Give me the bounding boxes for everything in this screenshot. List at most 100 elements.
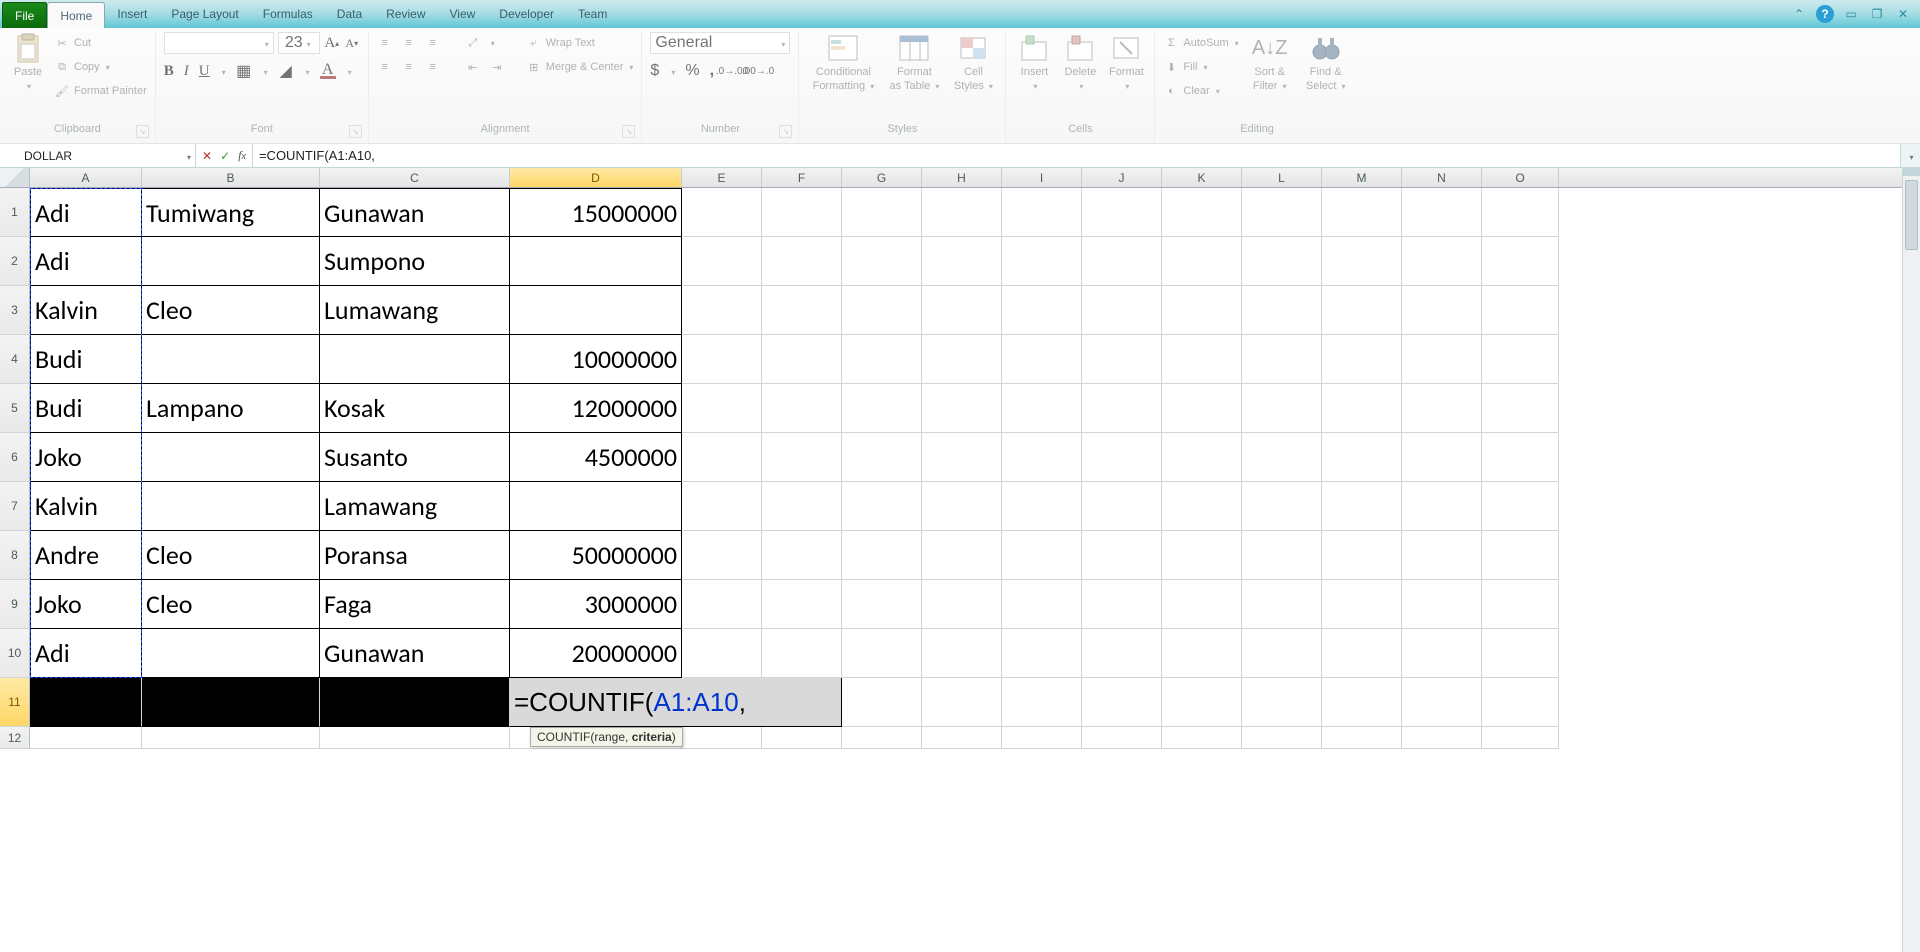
cell-J10[interactable]: [1082, 629, 1162, 678]
cell-D1[interactable]: 15000000: [510, 188, 682, 237]
align-center-icon[interactable]: ≡: [401, 59, 417, 75]
accounting-format-button[interactable]: $: [650, 62, 659, 80]
cell-D11[interactable]: =COUNTIF(A1:A10,: [510, 678, 842, 727]
cell-F8[interactable]: [762, 531, 842, 580]
cell-M11[interactable]: [1322, 678, 1402, 727]
dialog-launcher-icon[interactable]: ↘: [349, 125, 362, 138]
decrease-decimal-icon[interactable]: .00→.0: [750, 63, 766, 79]
cell-I6[interactable]: [1002, 433, 1082, 482]
row-header-10[interactable]: 10: [0, 629, 30, 678]
cell-K8[interactable]: [1162, 531, 1242, 580]
cell-I2[interactable]: [1002, 237, 1082, 286]
cell-K6[interactable]: [1162, 433, 1242, 482]
cell-B6[interactable]: [142, 433, 320, 482]
column-header-M[interactable]: M: [1322, 168, 1402, 187]
copy-button[interactable]: ⧉Copy: [54, 56, 147, 78]
cell-A10[interactable]: Adi: [30, 629, 142, 678]
cell-O4[interactable]: [1482, 335, 1559, 384]
cell-K12[interactable]: [1162, 727, 1242, 749]
cell-J3[interactable]: [1082, 286, 1162, 335]
orientation-icon[interactable]: ⤢: [465, 35, 481, 51]
cell-J11[interactable]: [1082, 678, 1162, 727]
cell-A12[interactable]: [30, 727, 142, 749]
cell-A5[interactable]: Budi: [30, 384, 142, 433]
sort-filter-button[interactable]: A↓ZSort &Filter: [1245, 32, 1295, 92]
window-minimize-icon[interactable]: ▭: [1842, 5, 1860, 23]
cell-J2[interactable]: [1082, 237, 1162, 286]
cell-B9[interactable]: Cleo: [142, 580, 320, 629]
cell-B12[interactable]: [142, 727, 320, 749]
cell-H9[interactable]: [922, 580, 1002, 629]
tab-page-layout[interactable]: Page Layout: [159, 0, 250, 28]
column-header-A[interactable]: A: [30, 168, 142, 187]
cell-I3[interactable]: [1002, 286, 1082, 335]
column-header-O[interactable]: O: [1482, 168, 1559, 187]
cell-N1[interactable]: [1402, 188, 1482, 237]
cell-J7[interactable]: [1082, 482, 1162, 531]
cell-I5[interactable]: [1002, 384, 1082, 433]
column-header-C[interactable]: C: [320, 168, 510, 187]
tab-insert[interactable]: Insert: [105, 0, 159, 28]
cell-C9[interactable]: Faga: [320, 580, 510, 629]
cell-J5[interactable]: [1082, 384, 1162, 433]
cell-O7[interactable]: [1482, 482, 1559, 531]
cell-I11[interactable]: [1002, 678, 1082, 727]
cell-F9[interactable]: [762, 580, 842, 629]
column-header-D[interactable]: D: [510, 168, 682, 187]
cell-M5[interactable]: [1322, 384, 1402, 433]
decrease-indent-icon[interactable]: ⇤: [465, 59, 481, 75]
cell-K3[interactable]: [1162, 286, 1242, 335]
cell-C2[interactable]: Sumpono: [320, 237, 510, 286]
cell-M10[interactable]: [1322, 629, 1402, 678]
cell-K2[interactable]: [1162, 237, 1242, 286]
cell-M2[interactable]: [1322, 237, 1402, 286]
cell-K11[interactable]: [1162, 678, 1242, 727]
cell-M7[interactable]: [1322, 482, 1402, 531]
autosum-button[interactable]: ΣAutoSum: [1163, 32, 1238, 54]
cell-E1[interactable]: [682, 188, 762, 237]
cell-G2[interactable]: [842, 237, 922, 286]
dialog-launcher-icon[interactable]: ↘: [779, 125, 792, 138]
cell-N7[interactable]: [1402, 482, 1482, 531]
cell-A11[interactable]: [30, 678, 142, 727]
cell-N2[interactable]: [1402, 237, 1482, 286]
column-header-F[interactable]: F: [762, 168, 842, 187]
cell-B1[interactable]: Tumiwang: [142, 188, 320, 237]
cell-I8[interactable]: [1002, 531, 1082, 580]
delete-cells-button[interactable]: Delete: [1060, 32, 1100, 92]
window-close-icon[interactable]: ✕: [1894, 5, 1912, 23]
cell-A9[interactable]: Joko: [30, 580, 142, 629]
comma-format-button[interactable]: ,: [710, 62, 714, 80]
cell-H7[interactable]: [922, 482, 1002, 531]
cell-E3[interactable]: [682, 286, 762, 335]
cell-G12[interactable]: [842, 727, 922, 749]
align-left-icon[interactable]: ≡: [377, 59, 393, 75]
vertical-scrollbar[interactable]: [1902, 168, 1920, 952]
cell-A4[interactable]: Budi: [30, 335, 142, 384]
italic-button[interactable]: I: [184, 63, 189, 80]
cell-A3[interactable]: Kalvin: [30, 286, 142, 335]
cell-O1[interactable]: [1482, 188, 1559, 237]
cell-D7[interactable]: [510, 482, 682, 531]
cell-H6[interactable]: [922, 433, 1002, 482]
tab-formulas[interactable]: Formulas: [251, 0, 325, 28]
cell-G8[interactable]: [842, 531, 922, 580]
cell-J8[interactable]: [1082, 531, 1162, 580]
column-header-B[interactable]: B: [142, 168, 320, 187]
scrollbar-thumb[interactable]: [1905, 180, 1918, 250]
tab-data[interactable]: Data: [325, 0, 374, 28]
cell-L9[interactable]: [1242, 580, 1322, 629]
cell-I4[interactable]: [1002, 335, 1082, 384]
grid-rows[interactable]: 1AdiTumiwangGunawan150000002AdiSumpono3K…: [0, 188, 1902, 952]
cell-E12[interactable]: [682, 727, 762, 749]
tab-developer[interactable]: Developer: [487, 0, 566, 28]
cell-C10[interactable]: Gunawan: [320, 629, 510, 678]
column-header-N[interactable]: N: [1402, 168, 1482, 187]
cell-F12[interactable]: [762, 727, 842, 749]
cell-A8[interactable]: Andre: [30, 531, 142, 580]
cell-K9[interactable]: [1162, 580, 1242, 629]
cell-D3[interactable]: [510, 286, 682, 335]
cancel-edit-icon[interactable]: ✕: [202, 149, 212, 163]
cell-K10[interactable]: [1162, 629, 1242, 678]
decrease-font-icon[interactable]: A▾: [344, 35, 360, 51]
